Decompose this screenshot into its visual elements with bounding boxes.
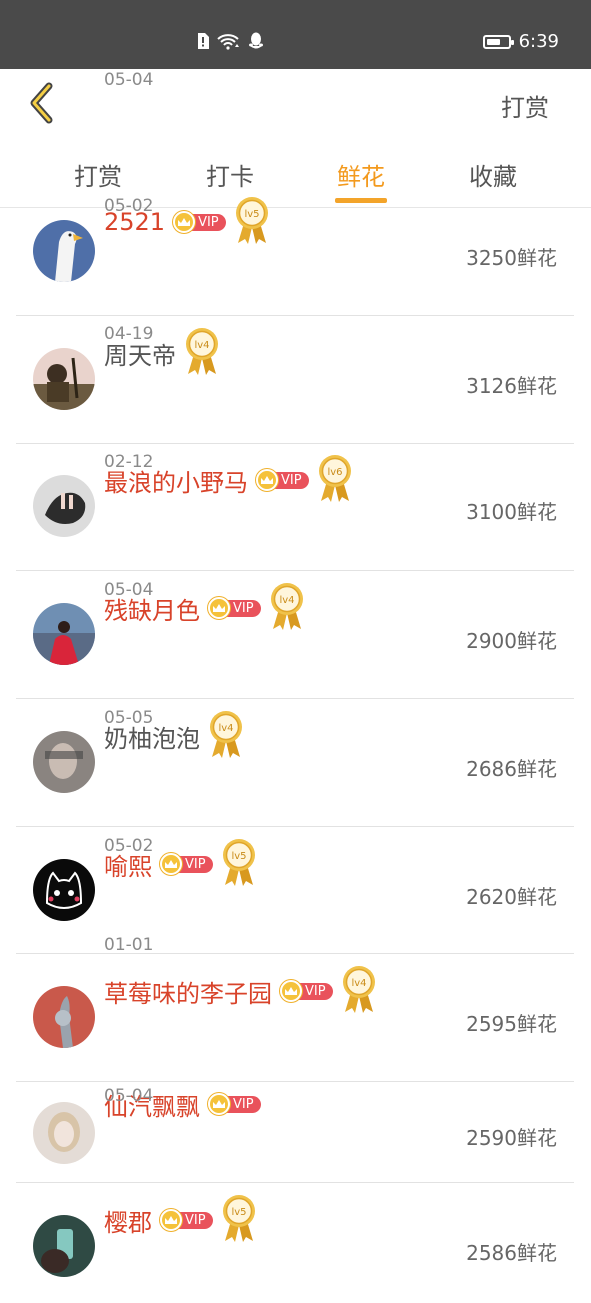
status-time: 6:39 — [518, 31, 559, 52]
crown-icon — [173, 211, 196, 233]
user-name: 草莓味的李子园 — [104, 979, 272, 1008]
entry-date: 05-04 — [104, 1086, 154, 1106]
svg-text:lv4: lv4 — [194, 340, 209, 351]
list-item[interactable]: 残缺月色 VIP lv4 02-12 2900鲜花 — [16, 452, 574, 699]
entry-date: 05-05 — [104, 708, 154, 728]
svg-text:lv4: lv4 — [351, 978, 366, 989]
flower-amount: 2686鲜花 — [466, 757, 557, 781]
level-medal-icon: lv6 — [317, 453, 353, 507]
red-dress-avatar[interactable] — [33, 603, 95, 665]
svg-text:lv5: lv5 — [244, 209, 259, 220]
level-medal-icon: lv5 — [221, 837, 257, 891]
svg-text:lv4: lv4 — [218, 723, 233, 734]
status-bar: 6:39 — [0, 0, 591, 69]
crown-icon — [208, 1093, 230, 1115]
goose-avatar[interactable] — [33, 220, 95, 282]
cat-avatar[interactable] — [33, 859, 95, 921]
level-medal-icon: lv5 — [234, 195, 270, 249]
tab-favorites[interactable]: 收藏 — [453, 157, 533, 192]
flower-amount: 2900鲜花 — [466, 629, 557, 653]
crown-icon — [160, 1209, 182, 1231]
svg-text:lv4: lv4 — [279, 595, 294, 606]
tab-bar: 打赏 打卡 鲜花 收藏 — [0, 141, 591, 207]
phone-avatar[interactable] — [33, 1215, 95, 1277]
entry-date: 02-12 — [104, 452, 154, 472]
list-item[interactable]: 周天帝 lv4 05-02 3126鲜花 — [16, 196, 574, 444]
level-medal-icon: lv4 — [341, 964, 377, 1018]
tab-checkin[interactable]: 打卡 — [190, 157, 270, 192]
vip-badge: VIP — [173, 211, 226, 233]
vip-badge: VIP — [208, 1093, 261, 1115]
crown-icon — [280, 980, 302, 1002]
vip-badge: VIP — [256, 469, 309, 491]
chevron-left-icon — [27, 82, 57, 128]
svg-text:lv5: lv5 — [231, 1207, 246, 1218]
list-item[interactable]: 奶柚泡泡 lv4 05-04 2686鲜花 — [16, 580, 574, 827]
svg-text:lv6: lv6 — [327, 467, 342, 478]
vip-badge: VIP — [280, 980, 333, 1002]
list-item[interactable]: 喻熙 VIP lv5 05-05 2620鲜花 — [16, 708, 574, 954]
entry-date: 05-02 — [104, 196, 154, 216]
level-medal-icon: lv4 — [208, 709, 244, 763]
status-right: 6:39 — [482, 31, 559, 52]
wifi-icon — [216, 32, 242, 50]
active-tab-indicator — [335, 198, 387, 203]
status-icons — [196, 32, 264, 50]
svg-text:lv5: lv5 — [231, 851, 246, 862]
level-medal-icon: lv4 — [269, 581, 305, 635]
vip-badge: VIP — [160, 853, 213, 875]
hand-avatar[interactable] — [33, 475, 95, 537]
tab-flowers[interactable]: 鲜花 — [321, 157, 401, 192]
name-line: 樱郡 VIP lv5 — [104, 1193, 257, 1247]
entry-date: 04-19 — [104, 324, 154, 344]
qq-icon — [248, 32, 264, 50]
flower-amount: 2595鲜花 — [466, 1012, 557, 1036]
flower-amount: 3250鲜花 — [466, 246, 557, 270]
entry-date: 01-01 — [104, 935, 154, 955]
header-bar: 打赏 — [0, 69, 591, 141]
reward-action-button[interactable]: 打赏 — [501, 88, 549, 123]
flower-amount: 2620鲜花 — [466, 885, 557, 909]
flower-amount: 3100鲜花 — [466, 500, 557, 524]
vip-badge: VIP — [160, 1209, 213, 1231]
flower-amount: 2586鲜花 — [466, 1241, 557, 1265]
sim-alert-icon — [196, 32, 210, 50]
tab-reward[interactable]: 打赏 — [58, 157, 138, 192]
user-name: 樱郡 — [104, 1208, 152, 1237]
entry-date: 05-04 — [104, 580, 154, 600]
warrior-avatar[interactable] — [33, 348, 95, 410]
list-item[interactable]: 仙汽飘飘 VIP 01-01 2590鲜花 — [16, 935, 574, 1183]
level-medal-icon: lv4 — [184, 326, 220, 380]
list-item[interactable]: 2521 VIP lv5 05-04 3250鲜花 — [16, 70, 574, 316]
flower-amount: 2590鲜花 — [466, 1126, 557, 1150]
entry-date: 05-04 — [104, 70, 154, 90]
list-item[interactable]: 樱郡 VIP lv5 05-04 2586鲜花 — [16, 1086, 574, 1303]
entry-date: 05-02 — [104, 836, 154, 856]
list-item[interactable]: 最浪的小野马 VIP lv6 04-19 3100鲜花 — [16, 324, 574, 571]
blonde-avatar[interactable] — [33, 1102, 95, 1164]
level-medal-icon: lv5 — [221, 1193, 257, 1247]
bunny-avatar[interactable] — [33, 986, 95, 1048]
list-item[interactable]: 草莓味的李子园 VIP lv4 05-02 2595鲜花 — [16, 836, 574, 1082]
name-line: 草莓味的李子园 VIP lv4 — [104, 964, 377, 1018]
back-button[interactable] — [18, 81, 66, 129]
blurred-avatar[interactable] — [33, 731, 95, 793]
battery-icon — [482, 34, 514, 49]
vip-badge: VIP — [208, 597, 261, 619]
crown-icon — [256, 469, 278, 491]
flower-amount: 3126鲜花 — [466, 374, 557, 398]
crown-icon — [208, 597, 230, 619]
crown-icon — [160, 853, 182, 875]
